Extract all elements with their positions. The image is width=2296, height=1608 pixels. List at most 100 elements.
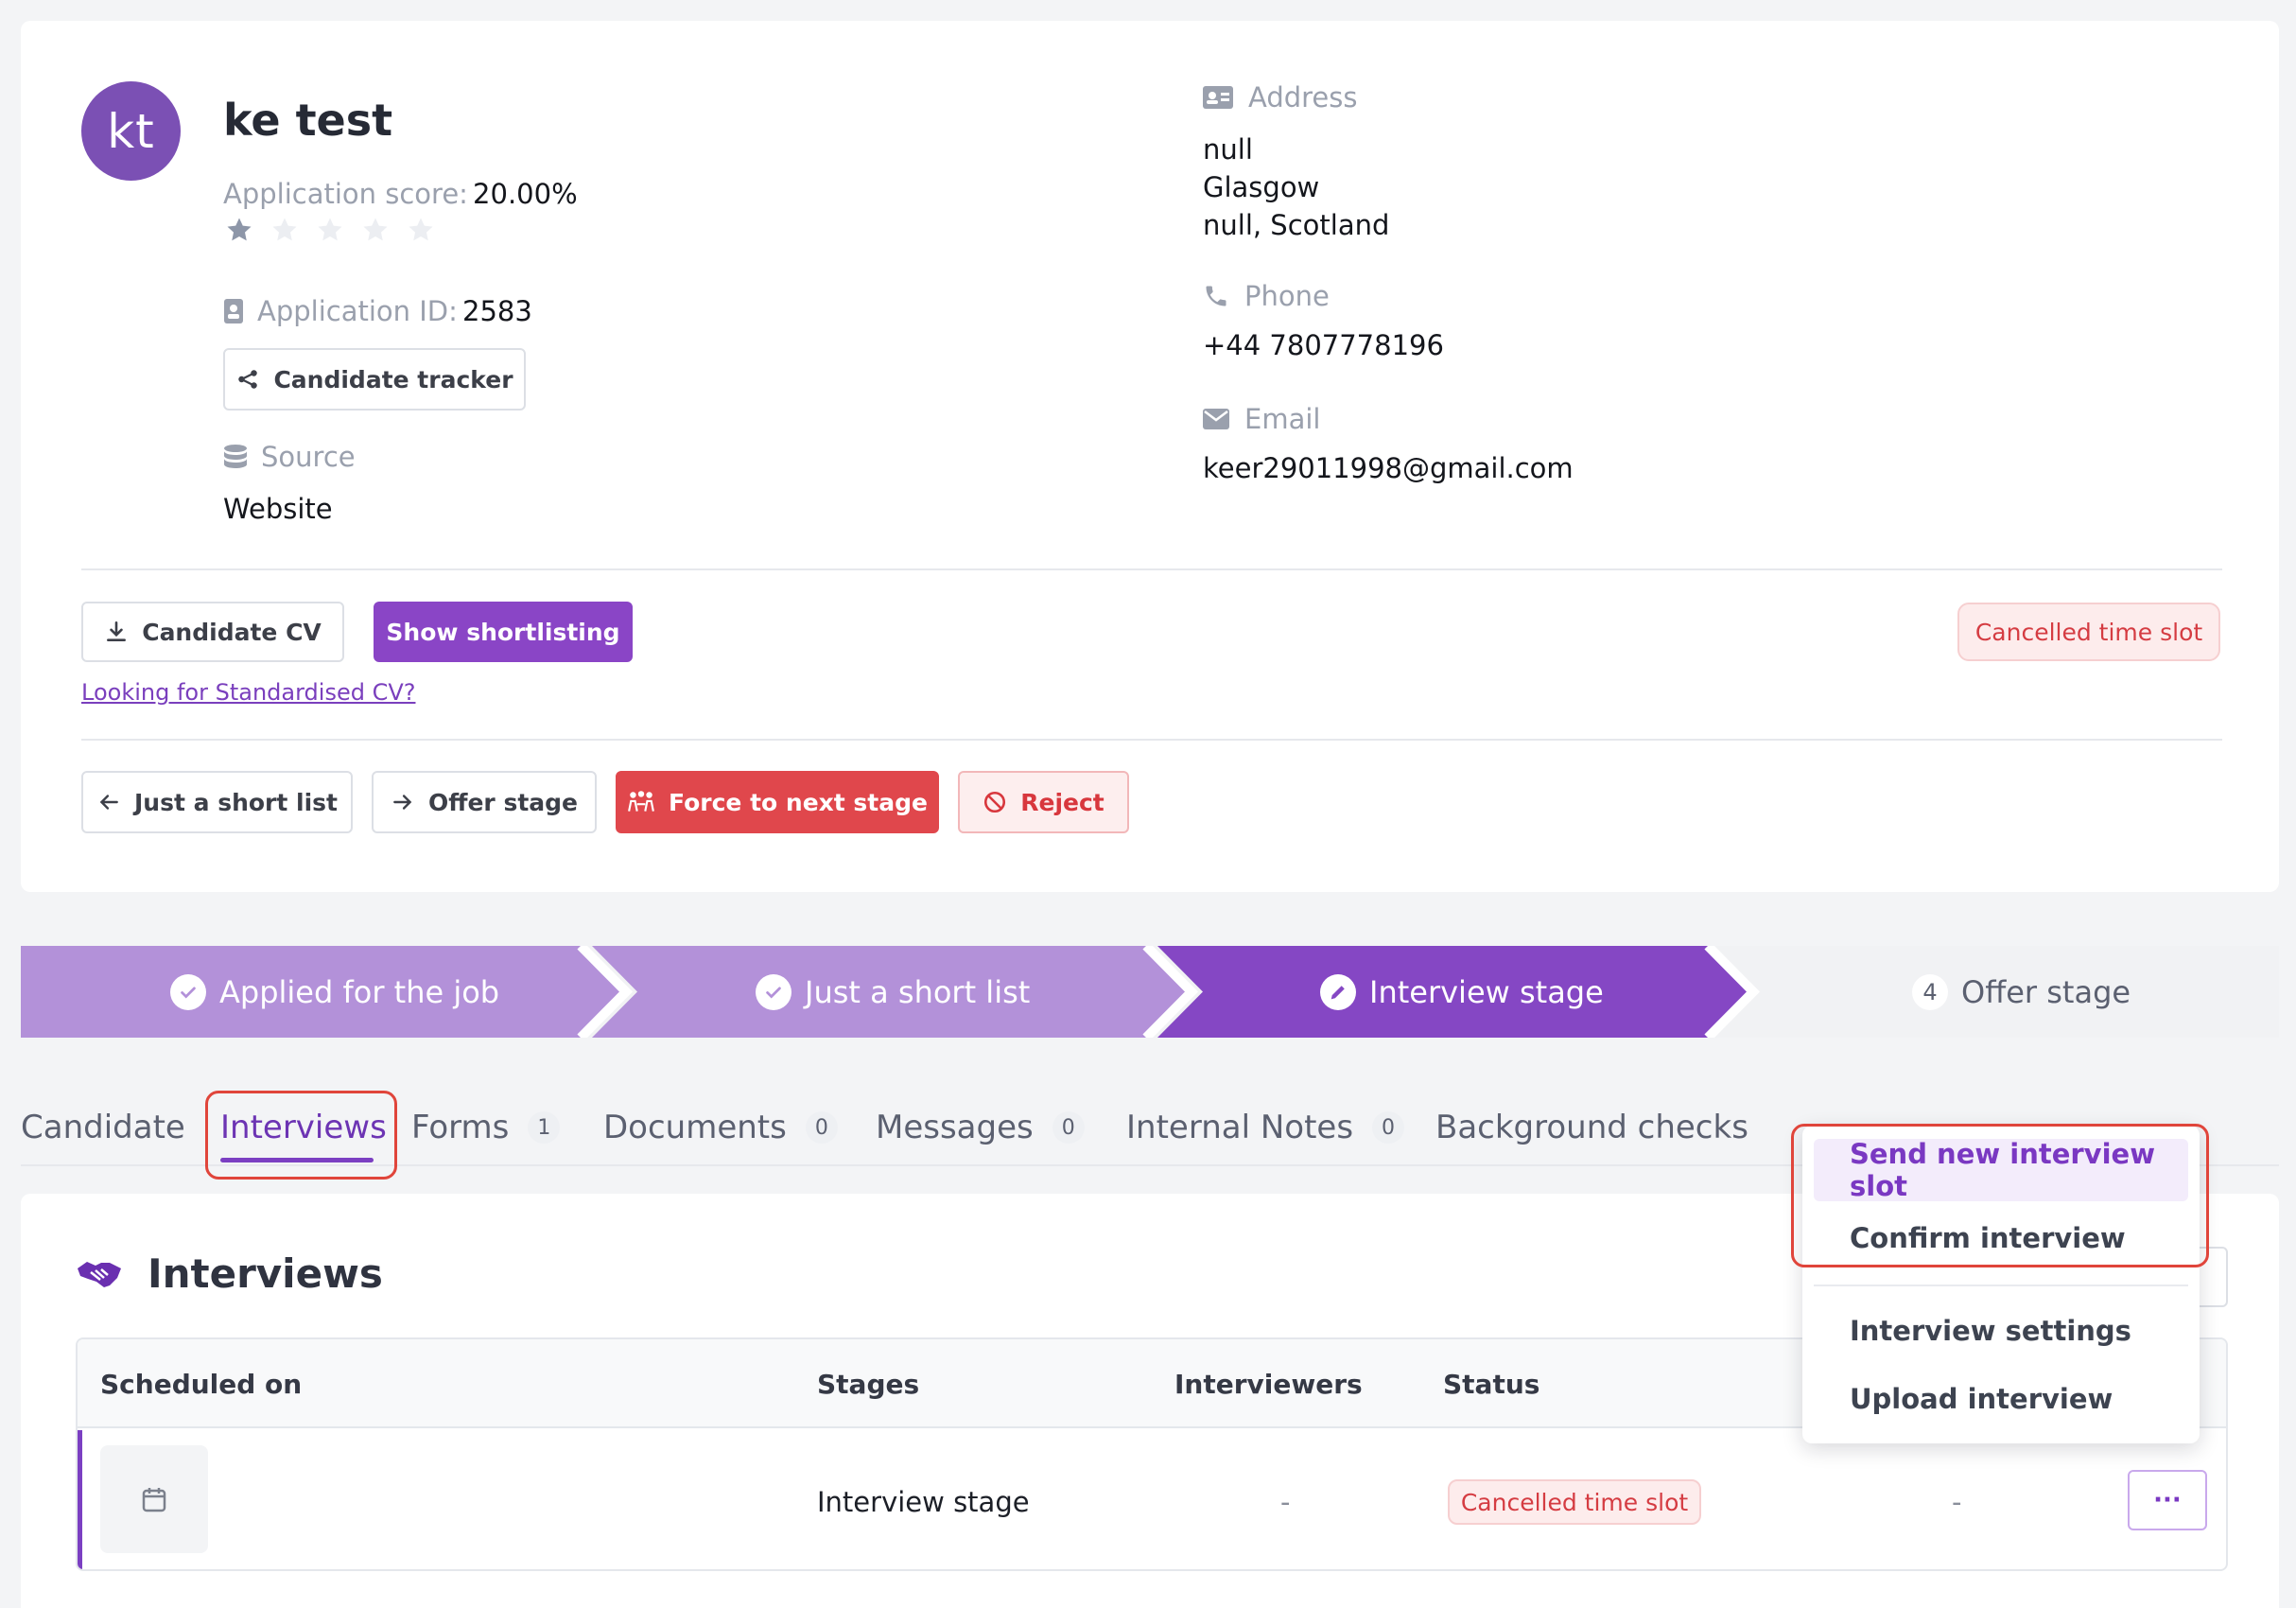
tab-count-badge: 0 <box>1052 1111 1085 1144</box>
phone-icon <box>1206 286 1226 306</box>
calendar-icon <box>142 1488 166 1512</box>
divider <box>81 739 2222 741</box>
next-stage-label: Offer stage <box>427 788 579 816</box>
application-score: Application score: 20.00% <box>223 178 578 210</box>
avatar: kt <box>81 81 181 181</box>
address-value: null Glasgow null, Scotland <box>1203 131 1389 244</box>
tab-messages[interactable]: Messages 0 <box>876 1105 1085 1150</box>
more-actions-button[interactable]: ··· <box>2128 1470 2207 1530</box>
stage-cell: Interview stage <box>817 1485 1030 1518</box>
candidate-cv-label: Candidate CV <box>142 618 322 646</box>
email-heading: Email <box>1203 403 1320 435</box>
tab-label: Background checks <box>1435 1109 1748 1146</box>
menu-item-label: Interview settings <box>1850 1315 2131 1347</box>
show-shortlisting-label: Show shortlisting <box>386 618 620 646</box>
id-badge-icon <box>224 299 243 323</box>
highlight-outline <box>1791 1124 2209 1267</box>
tab-label: Forms <box>411 1109 510 1146</box>
interviewers-cell: - <box>1280 1485 1291 1518</box>
column-header: Status <box>1443 1368 1540 1400</box>
candidate-cv-button[interactable]: Candidate CV <box>81 602 344 662</box>
tab-candidate[interactable]: Candidate <box>21 1105 185 1150</box>
check-circle-icon <box>170 973 206 1010</box>
previous-stage-button[interactable]: Just a short list <box>81 771 353 833</box>
tab-count-badge: 0 <box>1372 1111 1405 1144</box>
menu-item-upload-interview[interactable]: Upload interview <box>1814 1368 2188 1430</box>
step-label: Applied for the job <box>219 973 500 1010</box>
menu-item-interview-settings[interactable]: Interview settings <box>1814 1300 2188 1362</box>
status-badge-label: Cancelled time slot <box>1974 618 2203 646</box>
address-heading: Address <box>1203 81 1358 114</box>
tab-count-badge: 1 <box>528 1111 561 1144</box>
candidate-tracker-label: Candidate tracker <box>273 365 513 393</box>
menu-item-label: Upload interview <box>1850 1383 2113 1415</box>
source-heading: Source <box>223 441 356 473</box>
arrow-left-icon <box>99 795 118 810</box>
candidate-tracker-button[interactable]: Candidate tracker <box>223 348 526 411</box>
standardised-cv-link[interactable]: Looking for Standardised CV? <box>81 679 415 706</box>
phone-value[interactable]: +44 7807778196 <box>1203 329 1444 361</box>
reject-button[interactable]: Reject <box>958 771 1129 833</box>
handshake-icon <box>78 1261 121 1287</box>
score-label: Application score: <box>223 178 468 210</box>
step-label: Offer stage <box>1961 973 2131 1010</box>
step-number-badge: 4 <box>1912 973 1948 1010</box>
address-line: Glasgow <box>1203 171 1320 203</box>
candidate-name: ke test <box>223 95 393 146</box>
pencil-circle-icon <box>1320 973 1356 1010</box>
previous-stage-label: Just a short list <box>133 788 338 816</box>
extra-cell: - <box>1952 1485 1962 1518</box>
show-shortlisting-button[interactable]: Show shortlisting <box>374 602 633 662</box>
column-header: Stages <box>817 1368 920 1400</box>
candidate-card <box>21 21 2279 892</box>
tab-label: Messages <box>876 1109 1034 1146</box>
column-header: Scheduled on <box>100 1368 303 1400</box>
table-row: Interview stage - Cancelled time slot - … <box>78 1430 2226 1569</box>
share-icon <box>238 370 258 389</box>
avatar-initials: kt <box>107 103 155 159</box>
star-icon[interactable] <box>225 216 253 244</box>
tab-documents[interactable]: Documents 0 <box>603 1105 838 1150</box>
reject-label: Reject <box>1020 788 1105 816</box>
address-label: Address <box>1248 81 1358 114</box>
tab-background-checks[interactable]: Background checks <box>1435 1105 1748 1150</box>
address-card-icon <box>1203 86 1233 109</box>
next-stage-button[interactable]: Offer stage <box>372 771 597 833</box>
column-header: Interviewers <box>1174 1368 1363 1400</box>
source-label: Source <box>261 441 356 473</box>
app-id-value: 2583 <box>462 295 532 327</box>
database-icon <box>224 445 247 468</box>
date-placeholder <box>100 1445 208 1553</box>
step-applied[interactable]: Applied for the job <box>170 946 499 1038</box>
arrow-right-icon <box>393 795 412 810</box>
star-icon[interactable] <box>407 216 435 244</box>
step-interview[interactable]: Interview stage <box>1320 946 1604 1038</box>
tab-count-badge: 0 <box>805 1111 838 1144</box>
address-line: null, Scotland <box>1203 209 1390 241</box>
force-next-stage-button[interactable]: Force to next stage <box>616 771 939 833</box>
people-meeting-icon <box>628 791 654 812</box>
score-value: 20.00% <box>473 178 578 210</box>
star-icon[interactable] <box>361 216 390 244</box>
rating-stars[interactable] <box>225 216 435 244</box>
application-id: Application ID: 2583 <box>223 295 532 327</box>
status-badge: Cancelled time slot <box>1957 603 2220 661</box>
tab-forms[interactable]: Forms 1 <box>411 1105 561 1150</box>
step-offer[interactable]: 4 Offer stage <box>1912 946 2131 1038</box>
tab-internal-notes[interactable]: Internal Notes 0 <box>1126 1105 1405 1150</box>
app-id-label: Application ID: <box>257 295 458 327</box>
highlight-outline <box>205 1091 397 1180</box>
step-label: Just a short list <box>805 973 1031 1010</box>
email-value[interactable]: keer29011998@gmail.com <box>1203 452 1574 484</box>
phone-heading: Phone <box>1203 280 1330 312</box>
step-label: Interview stage <box>1369 973 1604 1010</box>
star-icon[interactable] <box>270 216 299 244</box>
source-value: Website <box>223 493 333 525</box>
phone-label: Phone <box>1244 280 1330 312</box>
star-icon[interactable] <box>316 216 344 244</box>
status-badge-label: Cancelled time slot <box>1460 1488 1689 1516</box>
stage-stepper: Applied for the job Just a short list In… <box>21 946 2279 1038</box>
download-icon <box>107 620 127 641</box>
address-line: null <box>1203 133 1253 166</box>
step-short-list[interactable]: Just a short list <box>756 946 1030 1038</box>
